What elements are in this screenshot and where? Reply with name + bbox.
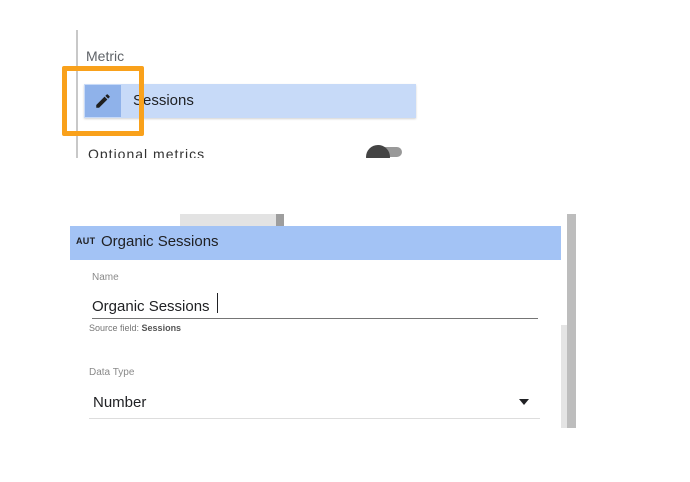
highlight-annotation	[62, 66, 144, 136]
data-type-select[interactable]: Number	[89, 390, 540, 419]
source-field-prefix: Source field:	[89, 323, 140, 333]
optional-metrics-label: Optional metrics	[88, 146, 206, 158]
name-field-label: Name	[92, 272, 119, 283]
data-type-label: Data Type	[89, 367, 135, 378]
scrollbar-track	[561, 325, 567, 428]
field-editor-title: Organic Sessions	[101, 233, 219, 250]
data-type-value: Number	[93, 394, 147, 411]
dropdown-arrow-icon	[519, 399, 529, 405]
name-input[interactable]	[92, 294, 538, 319]
metric-section-label: Metric	[86, 48, 125, 64]
text-cursor	[217, 293, 218, 313]
source-field-note: Source field: Sessions	[89, 323, 181, 333]
source-field-value: Sessions	[141, 323, 182, 333]
crop-mask	[60, 158, 420, 188]
field-type-badge: AUT	[76, 236, 96, 246]
editor-scrollbar[interactable]	[567, 214, 576, 428]
